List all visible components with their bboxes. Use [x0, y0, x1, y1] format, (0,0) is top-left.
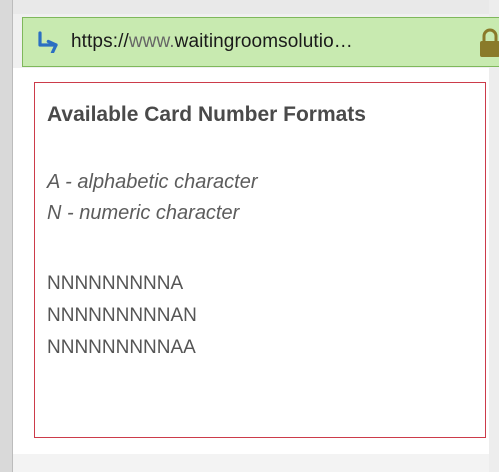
format-item: NNNNNNNNNAN [47, 305, 197, 326]
card-formats-panel: Available Card Number Formats A - alphab… [34, 82, 486, 438]
back-arrow-icon[interactable] [33, 30, 61, 54]
format-item: NNNNNNNNNA [47, 273, 184, 294]
address-bar[interactable]: https://www.waitingroomsolutio… [22, 17, 499, 67]
legend-alphabetic: A - alphabetic character [47, 171, 258, 193]
lock-icon[interactable] [479, 28, 499, 58]
url-scheme: https:// [71, 31, 129, 52]
panel-heading: Available Card Number Formats [47, 103, 366, 126]
url-host-prefix: www. [128, 31, 175, 52]
window-bottom-area [13, 454, 489, 472]
url-host: waitingroomsolutio… [174, 31, 353, 52]
url-text[interactable]: https://www.waitingroomsolutio… [71, 31, 353, 53]
window-top-edge [0, 0, 499, 14]
format-item: NNNNNNNNNAA [47, 337, 196, 358]
window-left-frame [0, 0, 13, 472]
legend-numeric: N - numeric character [47, 202, 240, 224]
window-right-frame [489, 0, 499, 472]
browser-window: https://www.waitingroomsolutio… Availabl… [0, 0, 499, 472]
